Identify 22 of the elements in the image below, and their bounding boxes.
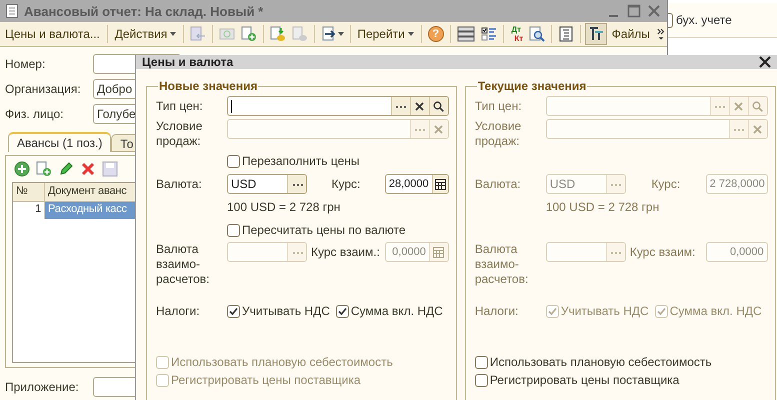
field-label: Номер: xyxy=(5,57,46,71)
field-label: Организация: xyxy=(5,82,82,96)
field-label: Условие продаж: xyxy=(156,119,204,149)
column-header: № xyxy=(13,183,45,201)
window-title: Авансовый отчет: На склад. Новый * xyxy=(24,4,264,18)
field-label: Валюта взаимо-расчетов: xyxy=(156,242,210,287)
group-title: Текущие значения xyxy=(476,79,588,93)
field-label: Условие продаж: xyxy=(474,119,522,149)
field-label: Курс взаим: xyxy=(628,244,696,261)
field-label: Тип цен: xyxy=(474,98,523,114)
checkbox-label: бух. учете xyxy=(676,13,732,27)
group-title: Новые значения xyxy=(158,79,258,93)
dialog-title: Цены и валюта xyxy=(142,55,234,69)
rate-note: 100 USD = 2 728 грн xyxy=(226,200,340,214)
field-label: Физ. лицо: xyxy=(5,107,64,121)
field-label: Курс взаим.: xyxy=(310,244,381,261)
field-label: Налоги: xyxy=(474,304,520,318)
field-label: Налоги: xyxy=(156,304,201,318)
rate-note: 100 USD = 2 728 грн xyxy=(544,200,660,214)
field-label: Валюта взаимо-расчетов: xyxy=(474,242,530,287)
field-label: Тип цен: xyxy=(156,98,204,114)
field-label: Приложение: xyxy=(5,380,80,394)
